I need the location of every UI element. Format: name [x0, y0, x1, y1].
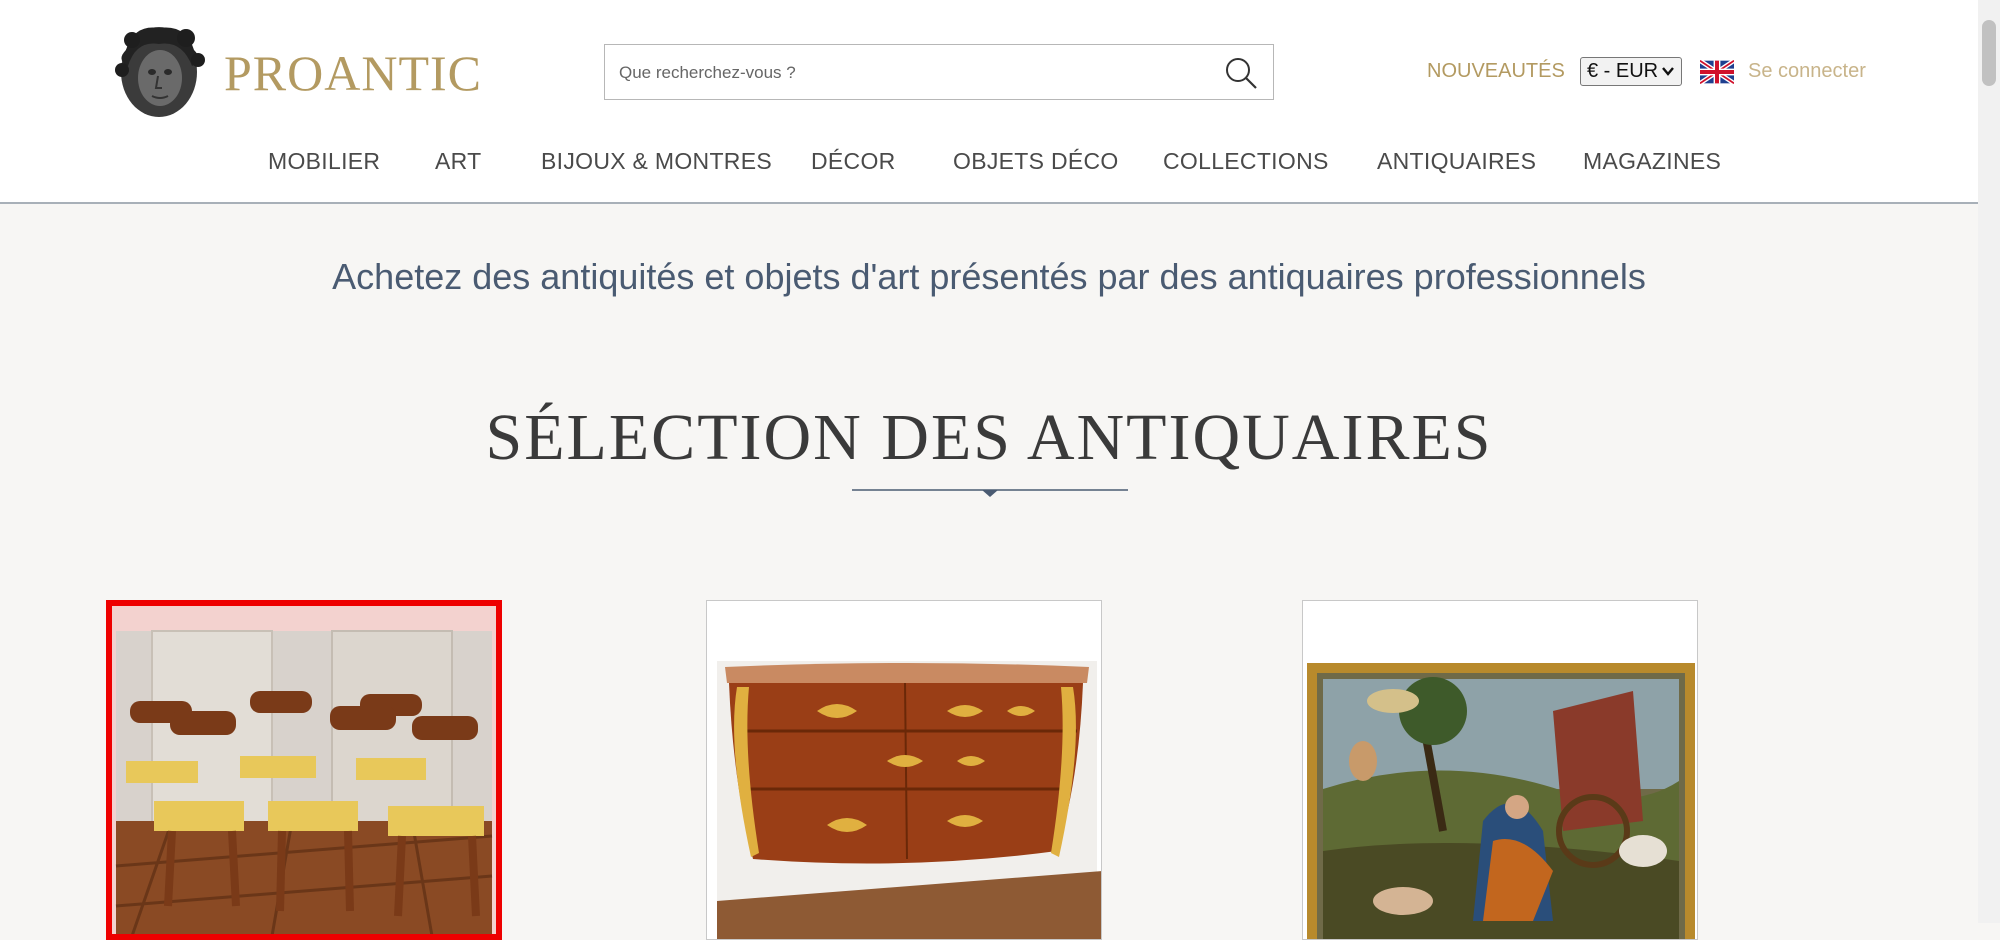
product-card-painting[interactable] — [1302, 600, 1698, 940]
currency-select[interactable]: € - EUR — [1580, 57, 1682, 86]
page-scrollbar[interactable] — [1978, 0, 2000, 923]
nouveautes-link[interactable]: NOUVEAUTÉS — [1427, 60, 1565, 83]
product-card-commode[interactable] — [706, 600, 1102, 940]
nav-item-mobilier[interactable]: MOBILIER — [268, 148, 380, 175]
scrollbar-thumb[interactable] — [1982, 20, 1996, 86]
search-input[interactable] — [617, 45, 1201, 101]
brand-name[interactable]: PROANTIC — [224, 44, 482, 102]
main-nav: MOBILIER ART BIJOUX & MONTRES DÉCOR OBJE… — [0, 148, 1978, 178]
nav-item-art[interactable]: ART — [435, 148, 482, 175]
nav-item-objets-deco[interactable]: OBJETS DÉCO — [953, 148, 1119, 175]
currency-value: € - EUR — [1587, 60, 1659, 82]
product-image-chairs — [112, 606, 496, 934]
nav-item-antiquaires[interactable]: ANTIQUAIRES — [1377, 148, 1536, 175]
tagline: Achetez des antiquités et objets d'art p… — [332, 256, 1646, 297]
login-link[interactable]: Se connecter — [1748, 60, 1866, 83]
title-divider — [852, 489, 1128, 497]
nav-item-bijoux-montres[interactable]: BIJOUX & MONTRES — [541, 148, 772, 175]
section-title: SÉLECTION DES ANTIQUAIRES — [485, 401, 1493, 474]
uk-flag-icon[interactable] — [1700, 60, 1734, 84]
nav-item-magazines[interactable]: MAGAZINES — [1583, 148, 1721, 175]
product-image-commode — [707, 601, 1101, 939]
logo-bust-icon[interactable] — [112, 20, 207, 122]
search-bar — [604, 44, 1274, 101]
site-header: PROANTIC NOUVEAUTÉS € - EUR Se connecter… — [0, 0, 1978, 204]
product-image-painting — [1303, 601, 1697, 939]
chevron-down-icon — [1662, 67, 1674, 76]
product-card-chairs[interactable] — [106, 600, 502, 940]
nav-item-decor[interactable]: DÉCOR — [811, 148, 896, 175]
nav-item-collections[interactable]: COLLECTIONS — [1163, 148, 1329, 175]
search-icon[interactable] — [1223, 55, 1259, 91]
